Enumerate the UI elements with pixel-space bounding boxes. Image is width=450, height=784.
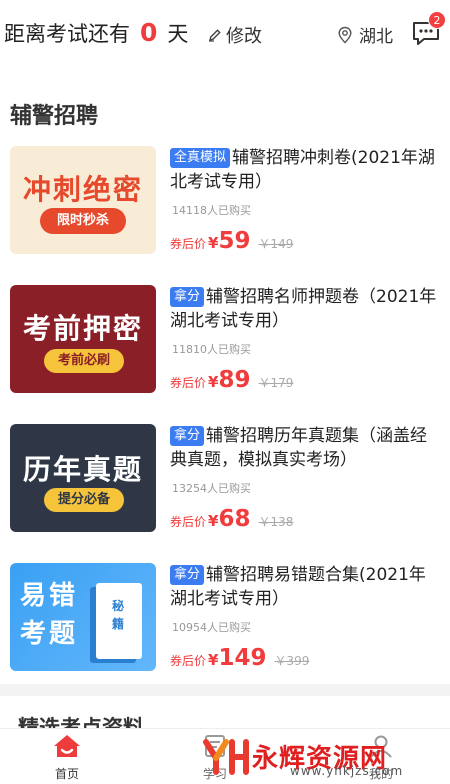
section-title: 辅警招聘: [10, 104, 99, 129]
purchase-count: 10954人已购买: [172, 621, 251, 634]
price-row: 券后价 ¥ 149 ￥399: [170, 645, 309, 671]
product-title[interactable]: 拿分 辅警招聘易错题合集(2021年湖北考试专用）: [170, 563, 440, 611]
price-label: 券后价: [170, 237, 207, 251]
product-cover-image[interactable]: 历年真题 提分必备: [10, 424, 156, 532]
purchase-count: 14118人已购买: [172, 204, 251, 217]
countdown-suffix: 天: [167, 22, 189, 46]
original-price: ￥179: [258, 376, 294, 390]
top-bar: 距离考试还有 0 天 修改 湖北 2: [0, 0, 450, 70]
countdown-days: 0: [140, 18, 158, 47]
region-selector[interactable]: 湖北: [337, 22, 393, 47]
product-card[interactable]: 考前押密 考前必刷 拿分 辅警招聘名师押题卷（2021年湖北考试专用） 11810…: [0, 285, 450, 405]
product-title[interactable]: 拿分 辅警招聘名师押题卷（2021年湖北考试专用）: [170, 285, 440, 333]
product-title[interactable]: 拿分 辅警招聘历年真题集（涵盖经典真题，模拟真实考场）: [170, 424, 440, 472]
message-count-badge: 2: [428, 11, 446, 29]
exam-countdown: 距离考试还有 0 天: [4, 18, 188, 48]
original-price: ￥399: [274, 654, 310, 668]
countdown-prefix: 距离考试还有: [4, 22, 130, 46]
price-label: 券后价: [170, 376, 207, 390]
cover-title: 易错考题: [20, 581, 79, 649]
user-icon: [370, 735, 392, 758]
tab-study[interactable]: 学习: [170, 733, 260, 782]
product-tag: 全真模拟: [170, 148, 231, 168]
next-section-title: 精选考点资料: [18, 716, 144, 728]
book-illustration: 秘籍: [96, 583, 142, 659]
original-price: ￥138: [258, 515, 294, 529]
section-divider: [0, 684, 450, 696]
messages-button[interactable]: 2: [411, 11, 446, 47]
product-tag: 拿分: [170, 565, 205, 585]
tab-mine[interactable]: 我的: [336, 733, 426, 782]
product-title-text: 辅警招聘历年真题集（涵盖经典真题，模拟真实考场）: [170, 426, 428, 470]
product-title-text: 辅警招聘名师押题卷（2021年湖北考试专用）: [170, 287, 437, 331]
product-cover-image[interactable]: 冲刺绝密 限时秒杀: [10, 146, 156, 254]
tab-home-label: 首页: [54, 767, 79, 781]
product-info: 拿分 辅警招聘名师押题卷（2021年湖北考试专用） 11810人已购买 券后价 ¥…: [170, 285, 440, 393]
product-tag: 拿分: [170, 426, 205, 446]
product-tag: 拿分: [170, 287, 205, 307]
price-label: 券后价: [170, 515, 207, 529]
discount-price: 68: [218, 506, 251, 532]
product-card[interactable]: 易错考题 秘籍 拿分 辅警招聘易错题合集(2021年湖北考试专用） 10954人已…: [0, 563, 450, 683]
product-info: 全真模拟 辅警招聘冲刺卷(2021年湖北考试专用） 14118人已购买 券后价 ¥…: [170, 146, 440, 254]
product-info: 拿分 辅警招聘历年真题集（涵盖经典真题，模拟真实考场） 13254人已购买 券后价…: [170, 424, 440, 532]
product-card[interactable]: 冲刺绝密 限时秒杀 全真模拟 辅警招聘冲刺卷(2021年湖北考试专用） 14118…: [0, 146, 450, 266]
bottom-tab-bar: 首页 学习 我的: [0, 728, 450, 784]
currency-symbol: ¥: [208, 234, 219, 252]
price-row: 券后价 ¥ 68 ￥138: [170, 506, 293, 532]
product-title-text: 辅警招聘易错题合集(2021年湖北考试专用）: [170, 565, 426, 609]
purchase-count: 11810人已购买: [172, 343, 251, 356]
cover-title: 冲刺绝密: [22, 173, 143, 206]
tab-home[interactable]: 首页: [22, 733, 112, 782]
price-row: 券后价 ¥ 89 ￥179: [170, 367, 293, 393]
location-pin-icon: [338, 26, 352, 43]
cover-subtitle: 提分必备: [44, 488, 124, 512]
modify-label: 修改: [226, 26, 262, 47]
discount-price: 149: [218, 645, 267, 671]
tab-mine-label: 我的: [368, 767, 393, 781]
original-price: ￥149: [258, 237, 294, 251]
discount-price: 89: [218, 367, 251, 393]
price-row: 券后价 ¥ 59 ￥149: [170, 228, 293, 254]
product-cover-image[interactable]: 考前押密 考前必刷: [10, 285, 156, 393]
cover-subtitle: 秘籍: [112, 599, 125, 631]
product-cover-image[interactable]: 易错考题 秘籍: [10, 563, 156, 671]
pencil-icon: [209, 29, 221, 42]
price-label: 券后价: [170, 654, 207, 668]
product-title[interactable]: 全真模拟 辅警招聘冲刺卷(2021年湖北考试专用）: [170, 146, 440, 194]
currency-symbol: ¥: [208, 373, 219, 391]
cover-title: 考前押密: [22, 312, 143, 345]
cover-subtitle: 限时秒杀: [40, 208, 126, 234]
discount-price: 59: [218, 228, 251, 254]
home-icon: [54, 735, 80, 757]
cover-title: 历年真题: [22, 453, 143, 486]
study-book-icon: [205, 735, 225, 757]
product-info: 拿分 辅警招聘易错题合集(2021年湖北考试专用） 10954人已购买 券后价 ¥…: [170, 563, 440, 671]
currency-symbol: ¥: [208, 651, 219, 669]
product-card[interactable]: 历年真题 提分必备 拿分 辅警招聘历年真题集（涵盖经典真题，模拟真实考场） 132…: [0, 424, 450, 544]
tab-study-label: 学习: [202, 767, 227, 781]
region-label: 湖北: [359, 27, 393, 47]
modify-exam-date-button[interactable]: 修改: [208, 22, 262, 48]
currency-symbol: ¥: [208, 512, 219, 530]
purchase-count: 13254人已购买: [172, 482, 251, 495]
cover-subtitle: 考前必刷: [44, 349, 124, 373]
